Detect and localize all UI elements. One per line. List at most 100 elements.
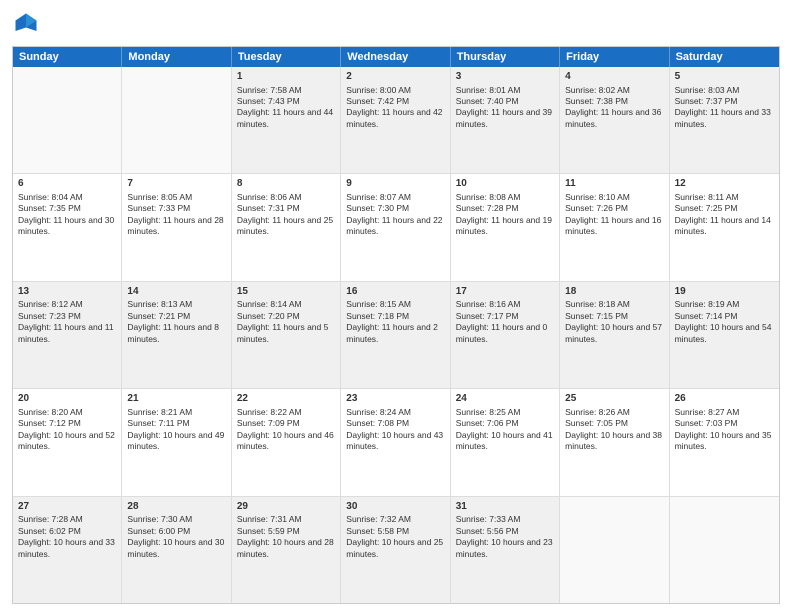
sunset: Sunset: 7:11 PM (127, 418, 189, 428)
day-number: 31 (456, 500, 554, 514)
cal-cell-14: 14Sunrise: 8:13 AMSunset: 7:21 PMDayligh… (122, 282, 231, 388)
sunrise: Sunrise: 7:32 AM (346, 514, 411, 524)
daylight: Daylight: 11 hours and 39 minutes. (456, 107, 552, 128)
daylight: Daylight: 10 hours and 30 minutes. (127, 537, 224, 558)
cal-cell-7: 7Sunrise: 8:05 AMSunset: 7:33 PMDaylight… (122, 174, 231, 280)
cal-cell-empty (560, 497, 669, 603)
cal-cell-empty (670, 497, 779, 603)
cal-cell-25: 25Sunrise: 8:26 AMSunset: 7:05 PMDayligh… (560, 389, 669, 495)
sunset: Sunset: 7:37 PM (675, 96, 738, 106)
sunset: Sunset: 7:42 PM (346, 96, 409, 106)
calendar-header: Sunday Monday Tuesday Wednesday Thursday… (13, 47, 779, 67)
sunrise: Sunrise: 7:28 AM (18, 514, 83, 524)
daylight: Daylight: 10 hours and 43 minutes. (346, 430, 443, 451)
cal-cell-4: 4Sunrise: 8:02 AMSunset: 7:38 PMDaylight… (560, 67, 669, 173)
day-number: 8 (237, 177, 335, 191)
daylight: Daylight: 11 hours and 11 minutes. (18, 322, 114, 343)
day-number: 12 (675, 177, 774, 191)
cal-cell-27: 27Sunrise: 7:28 AMSunset: 6:02 PMDayligh… (13, 497, 122, 603)
sunset: Sunset: 5:59 PM (237, 526, 300, 536)
daylight: Daylight: 11 hours and 14 minutes. (675, 215, 771, 236)
cal-cell-9: 9Sunrise: 8:07 AMSunset: 7:30 PMDaylight… (341, 174, 450, 280)
day-number: 26 (675, 392, 774, 406)
daylight: Daylight: 11 hours and 28 minutes. (127, 215, 223, 236)
sunrise: Sunrise: 8:13 AM (127, 299, 192, 309)
day-number: 23 (346, 392, 444, 406)
daylight: Daylight: 11 hours and 5 minutes. (237, 322, 329, 343)
sunset: Sunset: 7:03 PM (675, 418, 738, 428)
sunrise: Sunrise: 8:20 AM (18, 407, 83, 417)
sunrise: Sunrise: 8:04 AM (18, 192, 83, 202)
cal-cell-18: 18Sunrise: 8:18 AMSunset: 7:15 PMDayligh… (560, 282, 669, 388)
cal-cell-11: 11Sunrise: 8:10 AMSunset: 7:26 PM Dayligh… (560, 174, 669, 280)
day-number: 15 (237, 285, 335, 299)
sunset: Sunset: 7:15 PM (565, 311, 628, 321)
sunrise: Sunrise: 8:08 AM (456, 192, 521, 202)
sunrise: Sunrise: 8:10 AM (565, 192, 630, 202)
day-number: 30 (346, 500, 444, 514)
cal-cell-17: 17Sunrise: 8:16 AMSunset: 7:17 PMDayligh… (451, 282, 560, 388)
day-number: 2 (346, 70, 444, 84)
cal-cell-3: 3Sunrise: 8:01 AMSunset: 7:40 PMDaylight… (451, 67, 560, 173)
daylight: Daylight: 10 hours and 54 minutes. (675, 322, 772, 343)
sunrise: Sunrise: 8:00 AM (346, 85, 411, 95)
sunrise: Sunrise: 7:33 AM (456, 514, 521, 524)
day-number: 14 (127, 285, 225, 299)
sunset: Sunset: 7:14 PM (675, 311, 738, 321)
day-number: 16 (346, 285, 444, 299)
sunset: Sunset: 5:58 PM (346, 526, 409, 536)
sunrise: Sunrise: 8:11 AM (675, 192, 739, 202)
daylight: Daylight: 11 hours and 19 minutes. (456, 215, 552, 236)
sunrise: Sunrise: 8:05 AM (127, 192, 192, 202)
day-number: 11 (565, 177, 663, 191)
cal-cell-26: 26Sunrise: 8:27 AMSunset: 7:03 PMDayligh… (670, 389, 779, 495)
sunrise: Sunrise: 8:24 AM (346, 407, 411, 417)
cal-cell-29: 29Sunrise: 7:31 AMSunset: 5:59 PMDayligh… (232, 497, 341, 603)
daylight: Daylight: 11 hours and 33 minutes. (675, 107, 771, 128)
daylight: Daylight: 11 hours and 25 minutes. (237, 215, 333, 236)
cal-cell-2: 2Sunrise: 8:00 AMSunset: 7:42 PMDaylight… (341, 67, 450, 173)
cal-cell-5: 5Sunrise: 8:03 AMSunset: 7:37 PMDaylight… (670, 67, 779, 173)
sunrise: Sunrise: 8:07 AM (346, 192, 411, 202)
daylight: Daylight: 11 hours and 0 minutes. (456, 322, 548, 343)
sunset: Sunset: 5:56 PM (456, 526, 519, 536)
day-number: 18 (565, 285, 663, 299)
header-friday: Friday (560, 47, 669, 67)
cal-cell-16: 16Sunrise: 8:15 AMSunset: 7:18 PMDayligh… (341, 282, 450, 388)
sunset: Sunset: 7:31 PM (237, 203, 300, 213)
sunrise: Sunrise: 7:58 AM (237, 85, 302, 95)
sunset: Sunset: 7:05 PM (565, 418, 628, 428)
daylight: Daylight: 11 hours and 42 minutes. (346, 107, 442, 128)
daylight: Daylight: 11 hours and 16 minutes. (565, 215, 661, 236)
cal-cell-6: 6Sunrise: 8:04 AMSunset: 7:35 PMDaylight… (13, 174, 122, 280)
cal-cell-31: 31Sunrise: 7:33 AM Sunset: 5:56 PMDayligh… (451, 497, 560, 603)
day-number: 29 (237, 500, 335, 514)
sunrise: Sunrise: 8:26 AM (565, 407, 630, 417)
daylight: Daylight: 10 hours and 33 minutes. (18, 537, 115, 558)
cal-cell-28: 28Sunrise: 7:30 AMSunset: 6:00 PMDayligh… (122, 497, 231, 603)
sunrise: Sunrise: 8:12 AM (18, 299, 83, 309)
page-container: Sunday Monday Tuesday Wednesday Thursday… (0, 0, 792, 612)
daylight: Daylight: 11 hours and 2 minutes. (346, 322, 438, 343)
day-number: 3 (456, 70, 554, 84)
day-number: 5 (675, 70, 774, 84)
cal-cell-20: 20Sunrise: 8:20 AMSunset: 7:12 PMDayligh… (13, 389, 122, 495)
sunset: Sunset: 7:18 PM (346, 311, 409, 321)
sunrise: Sunrise: 8:02 AM (565, 85, 630, 95)
sunset: Sunset: 7:17 PM (456, 311, 519, 321)
sunset: Sunset: 7:26 PM (565, 203, 628, 213)
cal-cell-12: 12Sunrise: 8:11 AMSunset: 7:25 PMDayligh… (670, 174, 779, 280)
calendar-week-4: 20Sunrise: 8:20 AMSunset: 7:12 PMDayligh… (13, 389, 779, 496)
daylight: Daylight: 11 hours and 8 minutes. (127, 322, 219, 343)
sunset: Sunset: 7:06 PM (456, 418, 519, 428)
header-wednesday: Wednesday (341, 47, 450, 67)
daylight: Daylight: 11 hours and 44 minutes. (237, 107, 333, 128)
sunrise: Sunrise: 8:22 AM (237, 407, 302, 417)
cal-cell-19: 19Sunrise: 8:19 AMSunset: 7:14 PMDayligh… (670, 282, 779, 388)
calendar-week-1: 1Sunrise: 7:58 AMSunset: 7:43 PMDaylight… (13, 67, 779, 174)
sunset: Sunset: 7:40 PM (456, 96, 519, 106)
daylight: Daylight: 10 hours and 23 minutes. (456, 537, 553, 558)
header-monday: Monday (122, 47, 231, 67)
day-number: 9 (346, 177, 444, 191)
daylight: Daylight: 10 hours and 38 minutes. (565, 430, 662, 451)
